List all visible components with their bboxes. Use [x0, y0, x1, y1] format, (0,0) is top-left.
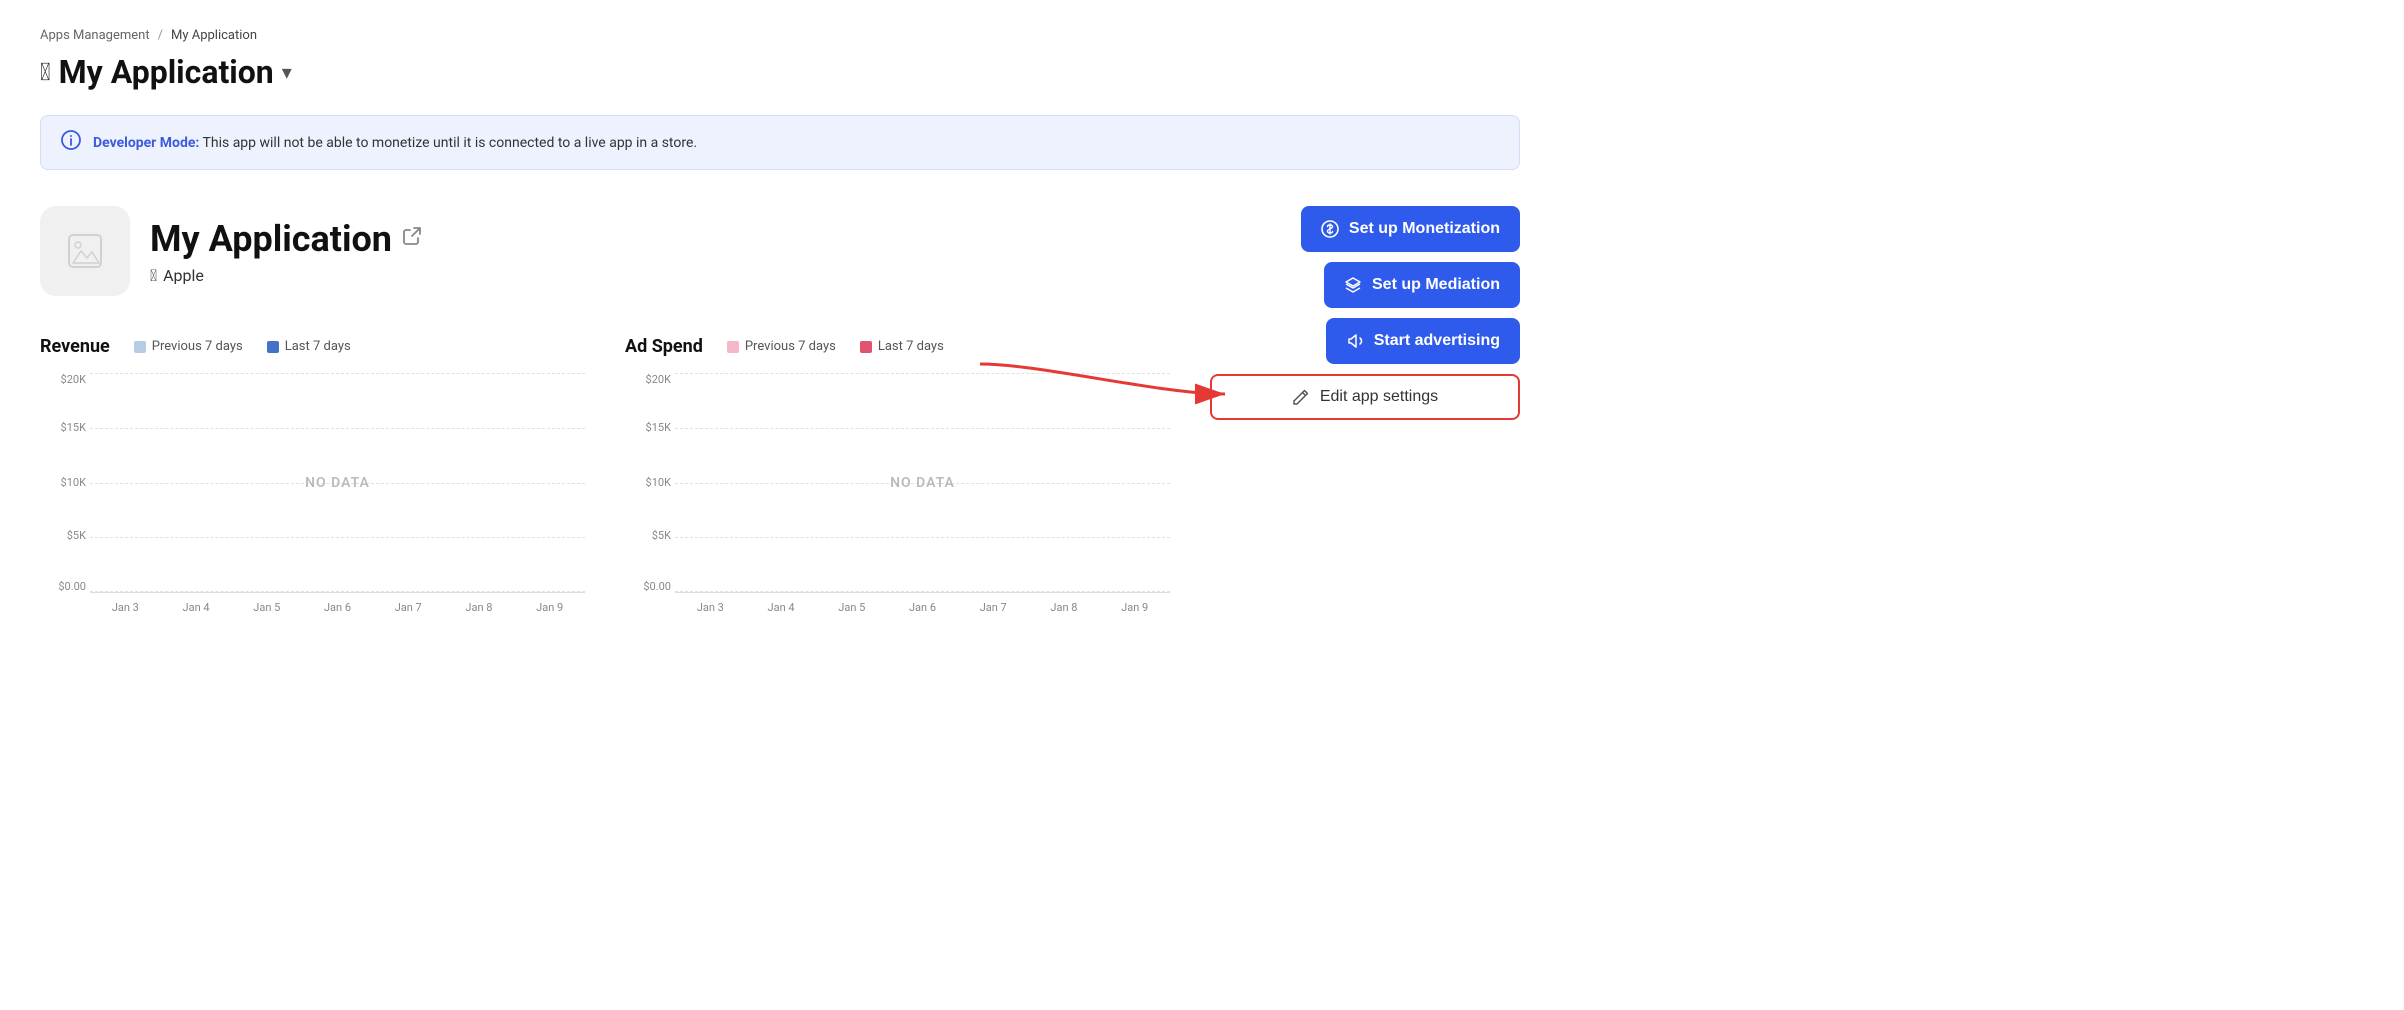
adspend-x-jan4: Jan 4: [746, 601, 817, 614]
arrow-area: Edit app settings: [1210, 374, 1520, 420]
revenue-x-axis: Jan 3 Jan 4 Jan 5 Jan 6 Jan 7 Jan 8 Jan …: [90, 601, 585, 614]
breadcrumb-current: My Application: [171, 28, 257, 43]
app-platform-row:  Apple: [150, 266, 422, 285]
main-content: My Application  Apple: [40, 206, 1520, 614]
revenue-last-legend: Last 7 days: [267, 339, 351, 354]
adspend-y-5k: $5K: [652, 529, 671, 542]
adspend-no-data: NO DATA: [890, 475, 955, 491]
revenue-x-jan9: Jan 9: [514, 601, 585, 614]
app-name-row: My Application: [150, 218, 422, 260]
edit-icon: [1292, 388, 1310, 406]
adspend-last-label: Last 7 days: [878, 339, 944, 354]
revenue-last-dot: [267, 341, 279, 353]
app-platform: Apple: [163, 266, 204, 285]
setup-monetization-label: Set up Monetization: [1349, 220, 1500, 238]
page-title: My Application: [59, 53, 274, 91]
adspend-chart-container: Ad Spend Previous 7 days Last 7 days $20…: [625, 336, 1170, 614]
dev-banner-text: Developer Mode: This app will not be abl…: [93, 135, 697, 151]
revenue-y-10k: $10K: [61, 476, 86, 489]
dollar-icon: [1321, 220, 1339, 238]
revenue-prev-dot: [134, 341, 146, 353]
revenue-x-jan7: Jan 7: [373, 601, 444, 614]
adspend-x-jan8: Jan 8: [1029, 601, 1100, 614]
setup-monetization-button[interactable]: Set up Monetization: [1301, 206, 1520, 252]
revenue-prev-label: Previous 7 days: [152, 339, 243, 354]
apple-logo-icon: : [40, 58, 51, 86]
adspend-x-jan3: Jan 3: [675, 601, 746, 614]
adspend-chart-header: Ad Spend Previous 7 days Last 7 days: [625, 336, 1170, 357]
app-details: My Application  Apple: [150, 218, 422, 285]
breadcrumb-separator: /: [158, 28, 163, 43]
revenue-x-jan6: Jan 6: [302, 601, 373, 614]
title-dropdown-chevron[interactable]: ▾: [282, 60, 292, 84]
adspend-x-jan6: Jan 6: [887, 601, 958, 614]
edit-app-settings-button[interactable]: Edit app settings: [1210, 374, 1520, 420]
revenue-chart-header: Revenue Previous 7 days Last 7 days: [40, 336, 585, 357]
revenue-y-0: $0.00: [58, 580, 86, 593]
breadcrumb: Apps Management / My Application: [40, 28, 1520, 43]
layers-icon: [1344, 276, 1362, 294]
adspend-prev-label: Previous 7 days: [745, 339, 836, 354]
adspend-chart-title: Ad Spend: [625, 336, 703, 357]
revenue-x-jan5: Jan 5: [231, 601, 302, 614]
adspend-last-dot: [860, 341, 872, 353]
right-section: Set up Monetization Set up Mediation Sta…: [1210, 206, 1520, 420]
setup-mediation-label: Set up Mediation: [1372, 276, 1500, 294]
adspend-x-axis: Jan 3 Jan 4 Jan 5 Jan 6 Jan 7 Jan 8 Jan …: [675, 601, 1170, 614]
adspend-prev-legend: Previous 7 days: [727, 339, 836, 354]
left-section: My Application  Apple: [40, 206, 1170, 614]
charts-section: Revenue Previous 7 days Last 7 days $20K: [40, 336, 1170, 614]
revenue-prev-legend: Previous 7 days: [134, 339, 243, 354]
revenue-chart-container: Revenue Previous 7 days Last 7 days $20K: [40, 336, 585, 614]
external-link-icon[interactable]: [402, 226, 422, 251]
adspend-last-legend: Last 7 days: [860, 339, 944, 354]
revenue-y-5k: $5K: [67, 529, 86, 542]
dev-mode-banner: Developer Mode: This app will not be abl…: [40, 115, 1520, 170]
adspend-x-jan9: Jan 9: [1099, 601, 1170, 614]
revenue-x-jan4: Jan 4: [161, 601, 232, 614]
start-advertising-button[interactable]: Start advertising: [1326, 318, 1520, 364]
adspend-x-jan7: Jan 7: [958, 601, 1029, 614]
adspend-chart-area: NO DATA: [675, 373, 1170, 593]
revenue-y-15k: $15K: [61, 421, 86, 434]
app-icon-placeholder: [40, 206, 130, 296]
revenue-x-jan8: Jan 8: [444, 601, 515, 614]
revenue-chart-area: NO DATA: [90, 373, 585, 593]
adspend-x-jan5: Jan 5: [816, 601, 887, 614]
revenue-chart-title: Revenue: [40, 336, 110, 357]
revenue-no-data: NO DATA: [305, 475, 370, 491]
adspend-y-10k: $10K: [646, 476, 671, 489]
start-advertising-label: Start advertising: [1374, 332, 1500, 350]
breadcrumb-parent[interactable]: Apps Management: [40, 28, 150, 43]
edit-app-settings-label: Edit app settings: [1320, 388, 1438, 406]
revenue-last-label: Last 7 days: [285, 339, 351, 354]
app-name: My Application: [150, 218, 392, 260]
apple-platform-icon: : [150, 266, 157, 285]
adspend-y-20k: $20K: [646, 373, 671, 386]
megaphone-icon: [1346, 332, 1364, 350]
adspend-y-15k: $15K: [646, 421, 671, 434]
page-title-row:  My Application ▾: [40, 53, 1520, 91]
revenue-y-20k: $20K: [61, 373, 86, 386]
setup-mediation-button[interactable]: Set up Mediation: [1324, 262, 1520, 308]
adspend-y-0: $0.00: [643, 580, 671, 593]
info-icon: [61, 130, 81, 155]
revenue-x-jan3: Jan 3: [90, 601, 161, 614]
adspend-prev-dot: [727, 341, 739, 353]
app-info: My Application  Apple: [40, 206, 1170, 296]
